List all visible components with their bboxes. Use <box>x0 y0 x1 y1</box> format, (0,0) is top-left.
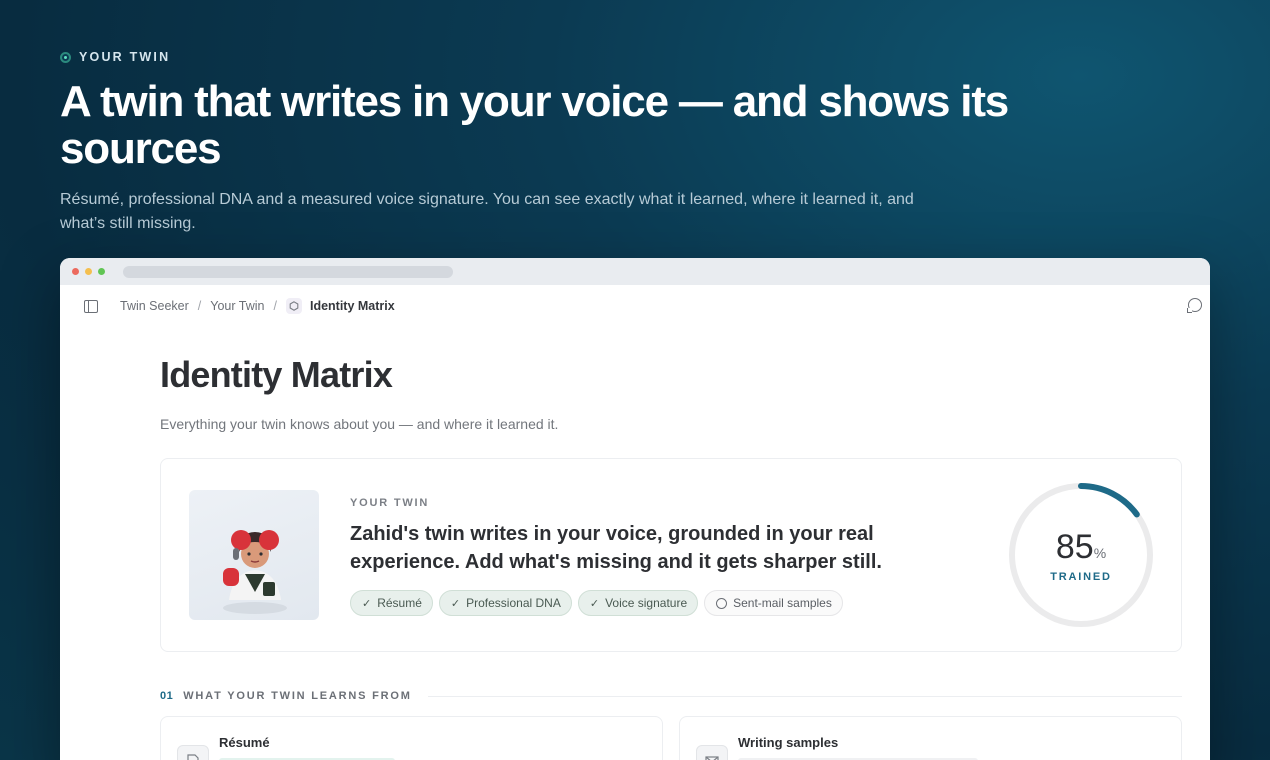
card-eyebrow: YOUR TWIN <box>350 497 430 509</box>
check-icon: ✓ <box>362 597 372 610</box>
twin-summary-card: YOUR TWIN Zahid's twin writes in your vo… <box>160 458 1182 652</box>
section-number: 01 <box>160 690 174 702</box>
hero-title: A twin that writes in your voice — and s… <box>60 77 1009 173</box>
chip-professional-dna[interactable]: ✓ Professional DNA <box>438 590 572 616</box>
hero-eyebrow: YOUR TWIN <box>60 50 1060 64</box>
chip-label: Résumé <box>377 596 422 610</box>
tile-title: Résumé <box>219 735 270 750</box>
progress-unit: % <box>1093 544 1107 561</box>
empty-circle-icon <box>716 597 728 609</box>
breadcrumb-identity-matrix: Identity Matrix <box>309 299 395 313</box>
hero-description: Résumé, professional DNA and a measured … <box>60 191 914 232</box>
chip-label: Sent-mail samples <box>733 596 832 610</box>
tile-writing-samples[interactable]: Writing samples <box>679 716 1182 760</box>
status-dot-icon <box>60 51 71 63</box>
breadcrumb-your-twin[interactable]: Your Twin <box>210 299 264 313</box>
chip-sent-mail-samples[interactable]: Sent-mail samples <box>704 590 843 616</box>
progress-number: 85 <box>1055 527 1094 566</box>
page-subtitle: Everything your twin knows about you — a… <box>160 416 559 432</box>
progress-label: TRAINED <box>1050 570 1112 583</box>
mail-icon <box>696 745 728 760</box>
address-bar[interactable] <box>123 265 453 278</box>
browser-chrome <box>60 258 1210 285</box>
chip-resume[interactable]: ✓ Résumé <box>350 590 433 616</box>
breadcrumb-separator: / <box>273 299 277 313</box>
section-title: WHAT YOUR TWIN LEARNS FROM <box>183 690 412 702</box>
hero: YOUR TWIN A twin that writes in your voi… <box>60 50 1060 236</box>
hexagon-icon <box>285 298 302 314</box>
progress-readout: 85% TRAINED <box>1007 481 1155 629</box>
check-icon: ✓ <box>450 597 461 610</box>
close-window-button[interactable] <box>72 268 79 275</box>
chat-icon[interactable] <box>1187 298 1202 313</box>
source-chips: ✓ Résumé ✓ Professional DNA ✓ Voice sign… <box>350 590 843 616</box>
hero-eyebrow-label: YOUR TWIN <box>79 50 171 64</box>
chip-label: Professional DNA <box>466 596 561 610</box>
card-headline: Zahid's twin writes in your voice, groun… <box>350 523 882 573</box>
tile-resume[interactable]: Résumé <box>160 716 663 760</box>
app-window: Twin Seeker / Your Twin / Identity Matri… <box>60 258 1210 760</box>
minimize-window-button[interactable] <box>85 268 92 275</box>
main-content: Identity Matrix Everything your twin kno… <box>160 354 1182 760</box>
source-tiles: Résumé Writing samples <box>160 716 1182 760</box>
tile-title: Writing samples <box>738 735 839 750</box>
breadcrumb-twin-seeker[interactable]: Twin Seeker <box>120 299 189 313</box>
page-title: Identity Matrix <box>160 354 393 395</box>
section-divider <box>427 695 1182 697</box>
chip-label: Voice signature <box>605 596 688 610</box>
topbar: Twin Seeker / Your Twin / Identity Matri… <box>60 285 1210 327</box>
document-icon <box>177 745 209 760</box>
section-header: 01 WHAT YOUR TWIN LEARNS FROM <box>160 690 1182 702</box>
breadcrumb-separator: / <box>197 299 202 313</box>
chip-voice-signature[interactable]: ✓ Voice signature <box>577 590 699 616</box>
avatar <box>189 490 319 620</box>
maximize-window-button[interactable] <box>98 268 105 275</box>
breadcrumb: Twin Seeker / Your Twin / Identity Matri… <box>120 298 395 314</box>
sidebar-toggle-icon[interactable] <box>84 299 98 313</box>
check-icon: ✓ <box>589 597 600 610</box>
progress-value: 85% <box>1056 528 1106 567</box>
